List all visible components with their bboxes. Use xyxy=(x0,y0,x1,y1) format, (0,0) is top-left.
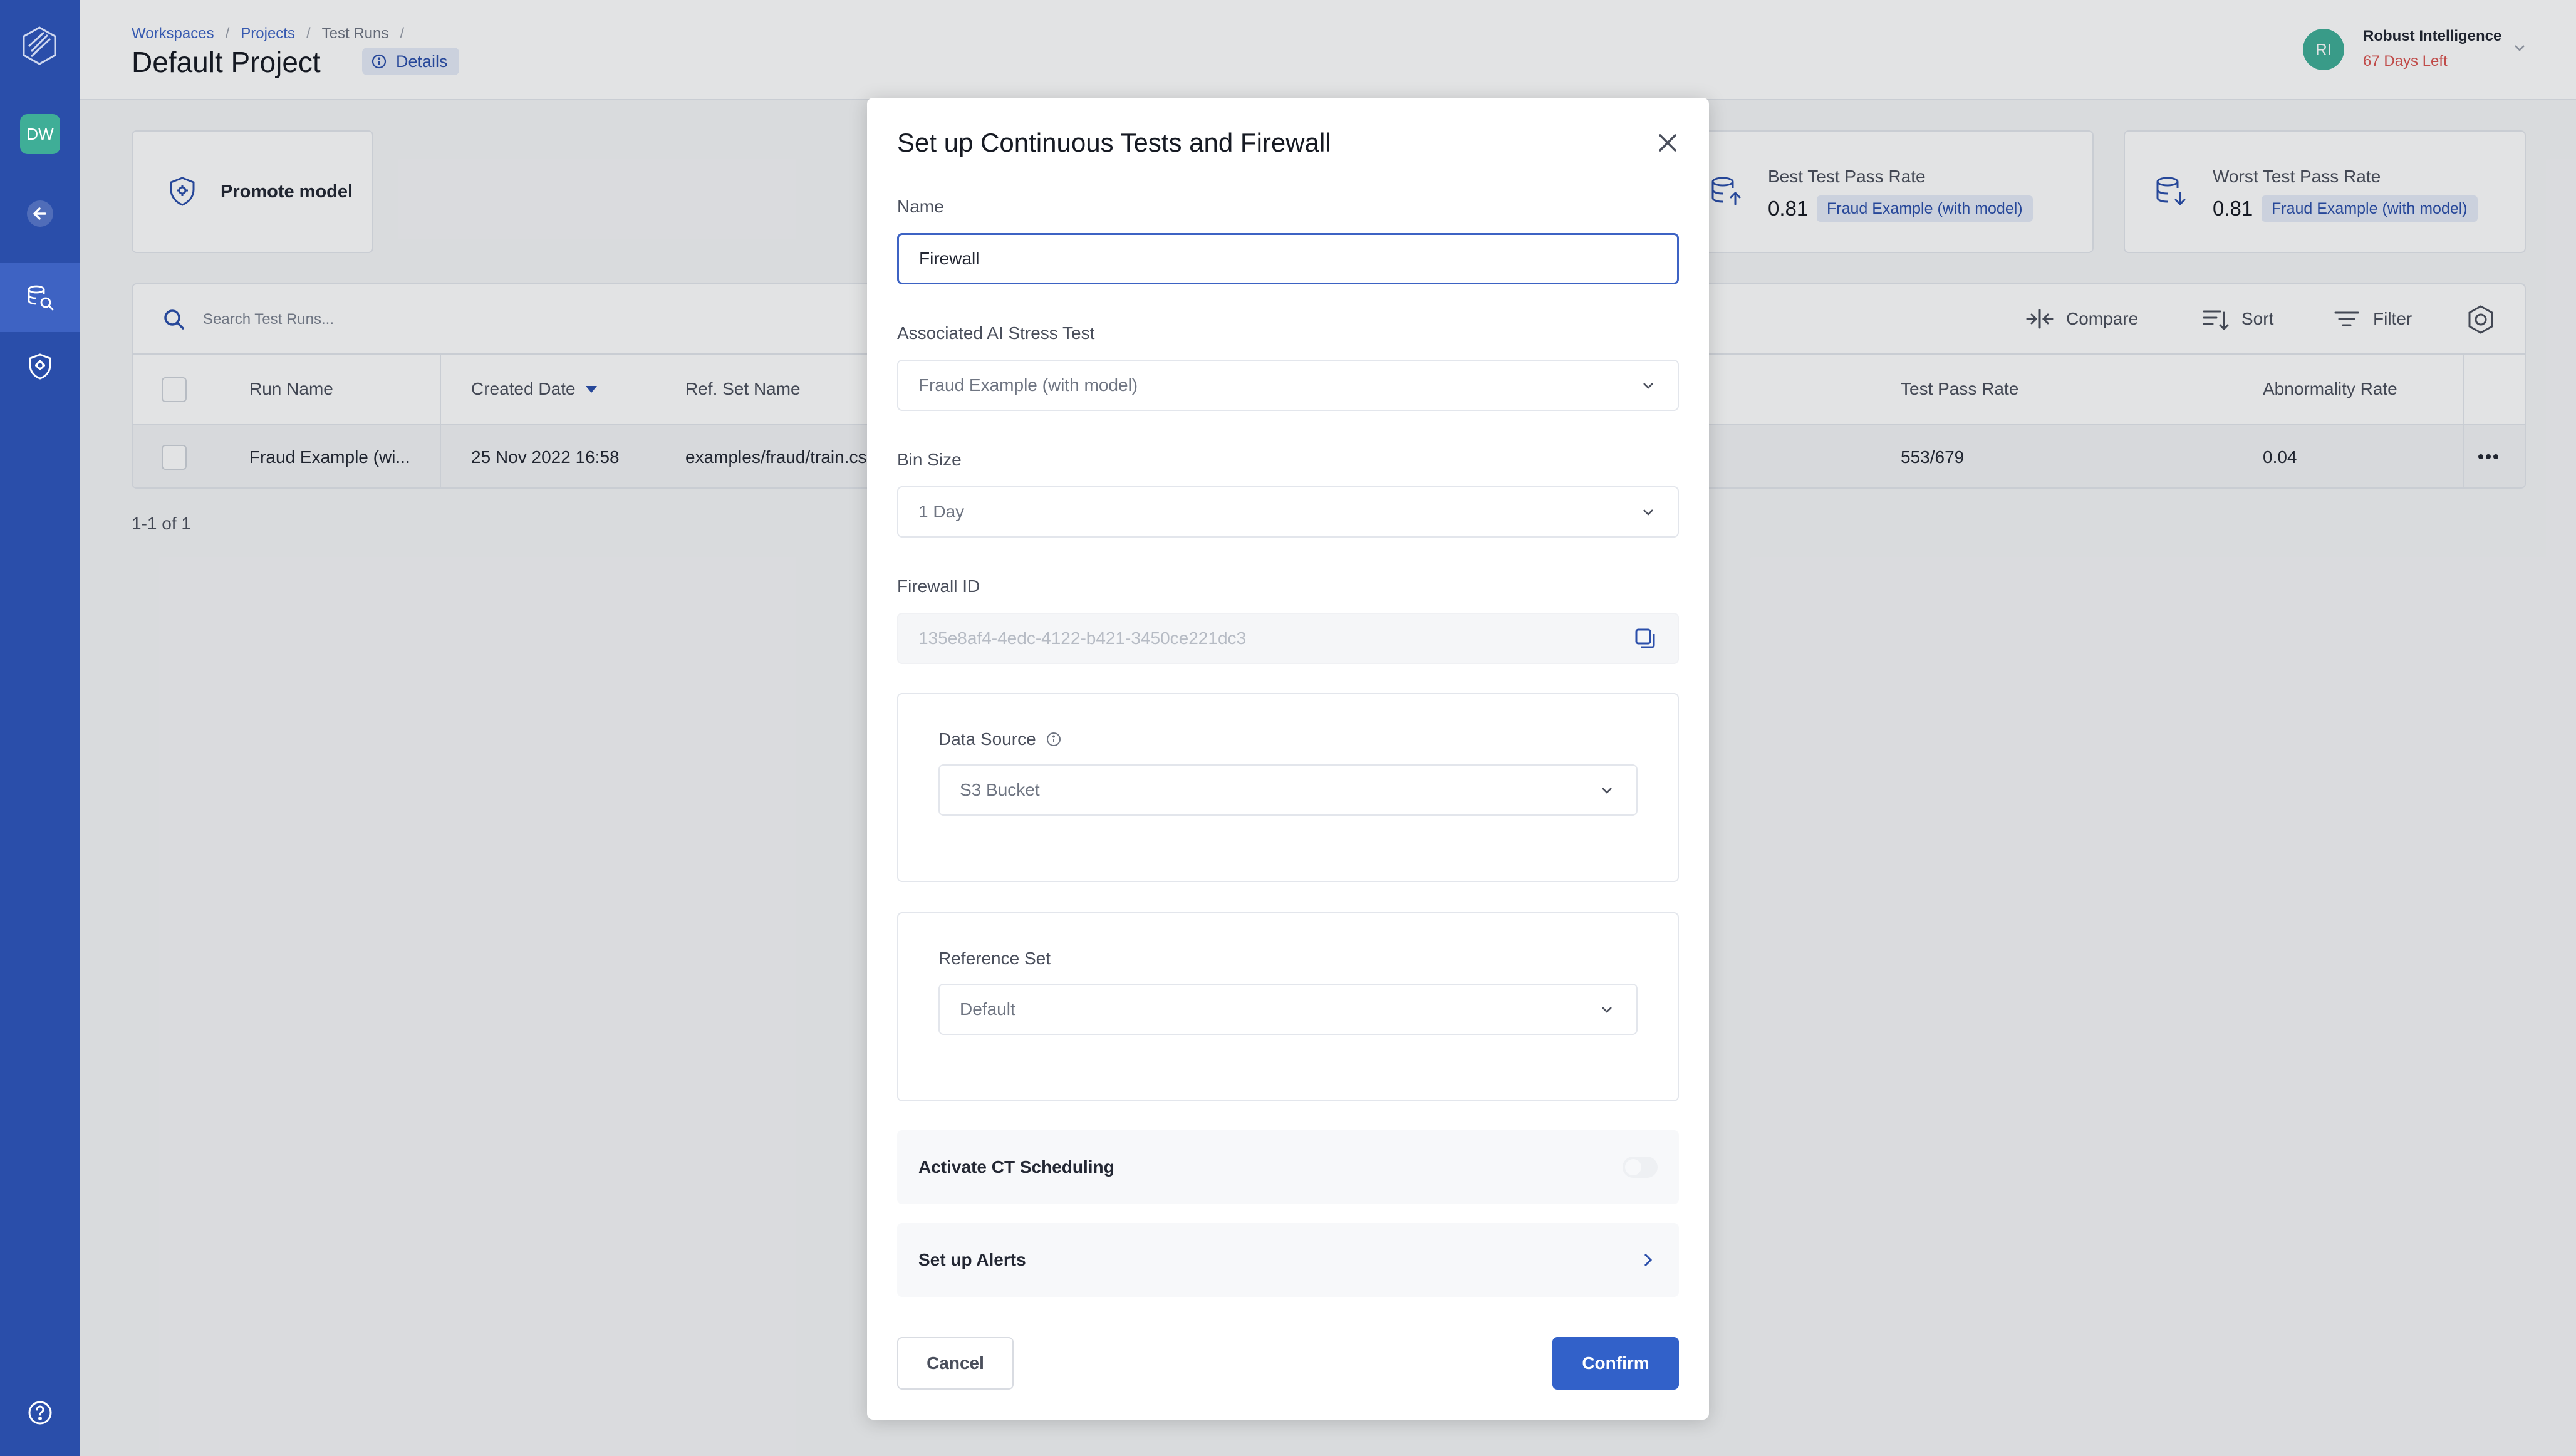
sidebar: DW xyxy=(0,0,80,1456)
set-up-alerts-row[interactable]: Set up Alerts xyxy=(897,1223,1679,1297)
confirm-button[interactable]: Confirm xyxy=(1552,1337,1679,1390)
ct-scheduling-toggle[interactable] xyxy=(1623,1157,1658,1178)
firewall-id-label: Firewall ID xyxy=(897,576,980,596)
close-icon[interactable] xyxy=(1655,130,1680,155)
data-source-label: Data Source xyxy=(938,729,1062,749)
reference-set-section: Reference Set Default xyxy=(897,912,1679,1101)
stress-test-value: Fraud Example (with model) xyxy=(918,375,1138,395)
cancel-button[interactable]: Cancel xyxy=(897,1337,1014,1390)
sidebar-item-firewall[interactable] xyxy=(0,332,80,401)
chevron-down-icon xyxy=(1643,383,1653,389)
app-logo-icon[interactable] xyxy=(19,25,60,66)
stress-test-select[interactable]: Fraud Example (with model) xyxy=(897,360,1679,411)
ct-scheduling-row: Activate CT Scheduling xyxy=(897,1130,1679,1204)
back-button[interactable] xyxy=(0,179,80,248)
name-input[interactable]: Firewall xyxy=(897,233,1679,284)
reference-set-value: Default xyxy=(960,999,1015,1019)
reference-set-label: Reference Set xyxy=(938,949,1051,968)
stress-test-label: Associated AI Stress Test xyxy=(897,323,1095,343)
modal-title: Set up Continuous Tests and Firewall xyxy=(897,128,1331,157)
copy-icon[interactable] xyxy=(1633,626,1658,651)
bin-size-select[interactable]: 1 Day xyxy=(897,486,1679,538)
reference-set-select[interactable]: Default xyxy=(938,984,1638,1035)
bin-size-value: 1 Day xyxy=(918,502,965,521)
workspace-avatar[interactable]: DW xyxy=(20,114,60,154)
chevron-right-icon xyxy=(1644,1253,1653,1267)
name-label: Name xyxy=(897,197,944,216)
data-source-select[interactable]: S3 Bucket xyxy=(938,764,1638,816)
data-source-value: S3 Bucket xyxy=(960,780,1040,799)
shield-icon xyxy=(29,353,51,380)
bin-size-label: Bin Size xyxy=(897,450,962,469)
test-runs-icon xyxy=(28,285,54,311)
firewall-id-value: 135e8af4-4edc-4122-b421-3450ce221dc3 xyxy=(918,628,1247,648)
setup-ct-firewall-modal: Set up Continuous Tests and Firewall Nam… xyxy=(867,98,1709,1420)
set-up-alerts-label: Set up Alerts xyxy=(918,1250,1026,1269)
data-source-section: Data Source S3 Bucket xyxy=(897,693,1679,882)
info-icon[interactable] xyxy=(1045,731,1062,748)
chevron-down-icon xyxy=(1602,1007,1612,1013)
back-arrow-icon xyxy=(27,200,53,227)
chevron-down-icon xyxy=(1643,509,1653,516)
ct-scheduling-label: Activate CT Scheduling xyxy=(918,1157,1114,1177)
chevron-down-icon xyxy=(1602,788,1612,794)
data-source-label-text: Data Source xyxy=(938,729,1036,749)
firewall-id-field: 135e8af4-4edc-4122-b421-3450ce221dc3 xyxy=(897,613,1679,664)
help-button[interactable] xyxy=(0,1378,80,1447)
help-circle-icon xyxy=(28,1401,52,1425)
sidebar-item-test-runs[interactable] xyxy=(0,263,80,332)
